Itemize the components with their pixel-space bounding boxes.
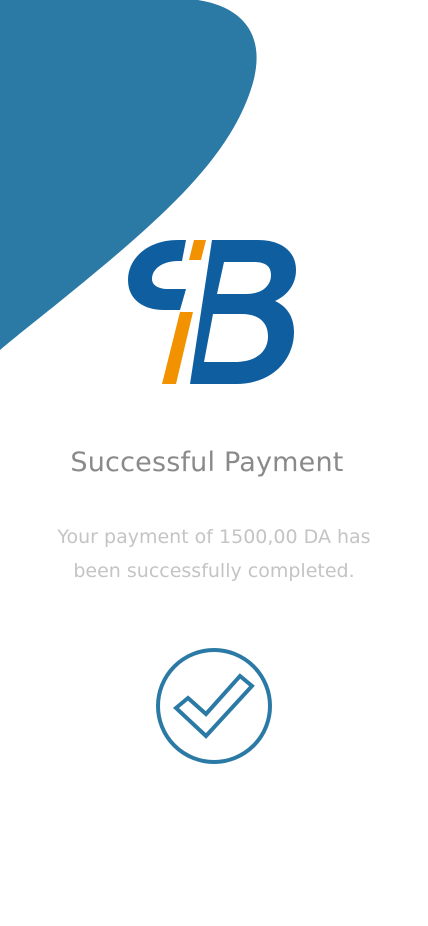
cib-logo xyxy=(128,240,296,384)
check-circle-icon xyxy=(156,648,272,764)
payment-success-screen: Successful Payment Your payment of 1500,… xyxy=(0,0,428,926)
payment-title: Successful Payment xyxy=(70,447,344,478)
payment-message: Your payment of 1500,00 DA has been succ… xyxy=(57,526,371,582)
